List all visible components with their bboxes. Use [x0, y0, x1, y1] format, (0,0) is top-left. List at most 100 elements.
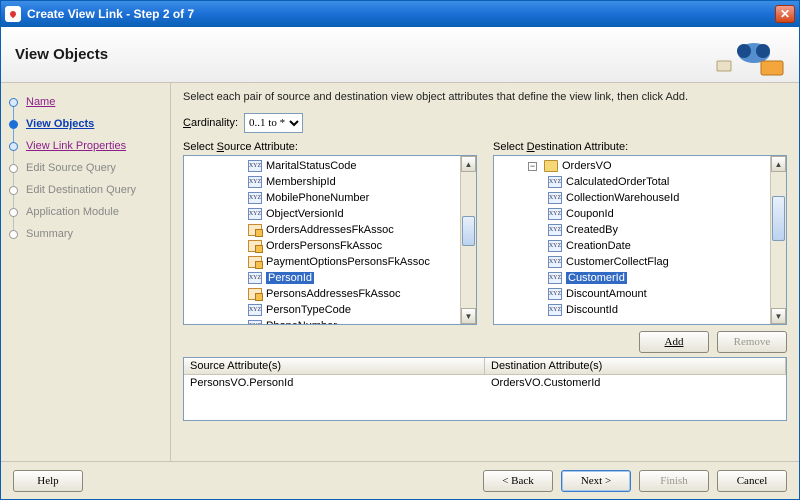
title-bar: Create View Link - Step 2 of 7 ✕ [1, 1, 799, 27]
cardinality-select[interactable]: 0..1 to * [244, 113, 303, 133]
tree-node-label: OrdersVO [562, 160, 612, 172]
tree-node-label: CalculatedOrderTotal [566, 176, 669, 188]
source-tree-label: Select Source Attribute: [183, 141, 477, 153]
scroll-up-icon[interactable]: ▲ [771, 156, 786, 172]
grid-col-source: Source Attribute(s) [184, 358, 485, 374]
tree-node-label: CustomerId [566, 272, 627, 284]
attribute-icon: XYZ [548, 304, 562, 316]
tree-node-CalculatedOrderTotal[interactable]: XYZCalculatedOrderTotal [500, 174, 768, 190]
wizard-body: NameView ObjectsView Link Properties Edit… [1, 83, 799, 461]
back-button[interactable]: < Back [483, 470, 553, 492]
source-scrollbar[interactable]: ▲ ▼ [460, 156, 476, 324]
grid-cell-dest: OrdersVO.CustomerId [485, 375, 786, 391]
tree-node-CustomerId[interactable]: XYZ CustomerId [500, 270, 768, 286]
nav-step-view-link-properties[interactable]: View Link Properties [9, 135, 160, 157]
tree-node-MaritalStatusCode[interactable]: XYZMaritalStatusCode [190, 158, 458, 174]
nav-step-application-module: Application Module [9, 201, 160, 223]
tree-node-PhoneNumber[interactable]: XYZ PhoneNumber [190, 318, 458, 324]
tree-node-OrdersPersonsFkAssoc[interactable]: OrdersPersonsFkAssoc [190, 238, 458, 254]
main-panel: Select each pair of source and destinati… [171, 83, 799, 461]
view-object-icon [544, 160, 558, 172]
tree-node-label: PaymentOptionsPersonsFkAssoc [266, 256, 430, 268]
tree-node-label: DiscountAmount [566, 288, 647, 300]
remove-button[interactable]: Remove [717, 331, 787, 353]
grid-col-dest: Destination Attribute(s) [485, 358, 786, 374]
tree-node-label: PhoneNumber [266, 320, 337, 324]
dest-scrollbar[interactable]: ▲ ▼ [770, 156, 786, 324]
attribute-icon: XYZ [248, 272, 262, 284]
attribute-icon: XYZ [548, 192, 562, 204]
add-button[interactable]: Add [639, 331, 709, 353]
tree-node-label: OrdersAddressesFkAssoc [266, 224, 394, 236]
wizard-footer: Help < Back Next > Finish Cancel [1, 461, 799, 499]
grid-cell-source: PersonsVO.PersonId [184, 375, 485, 391]
tree-node-label: CouponId [566, 208, 614, 220]
finish-button[interactable]: Finish [639, 470, 709, 492]
tree-node-label: PersonsAddressesFkAssoc [266, 288, 401, 300]
instruction-text: Select each pair of source and destinati… [183, 91, 787, 103]
attribute-icon: XYZ [548, 272, 562, 284]
assoc-icon [248, 224, 262, 236]
assoc-icon [248, 288, 262, 300]
grid-header: Source Attribute(s) Destination Attribut… [184, 358, 786, 375]
tree-node-label: PersonTypeCode [266, 304, 351, 316]
attributes-grid[interactable]: Source Attribute(s) Destination Attribut… [183, 357, 787, 421]
tree-node-OrdersVO[interactable]: − OrdersVO [500, 158, 768, 174]
tree-node-MembershipId[interactable]: XYZMembershipId [190, 174, 458, 190]
cardinality-label: Cardinality: [183, 117, 238, 129]
attribute-icon: XYZ [248, 320, 262, 324]
cardinality-row: Cardinality: 0..1 to * [183, 113, 787, 133]
tree-node-DiscountId[interactable]: XYZDiscountId [500, 302, 768, 318]
tree-node-label: CreatedBy [566, 224, 618, 236]
assoc-icon [248, 240, 262, 252]
nav-step-summary: Summary [9, 223, 160, 245]
next-button[interactable]: Next > [561, 470, 631, 492]
attribute-icon: XYZ [248, 208, 262, 220]
trees-row: Select Source Attribute: XYZMaritalStatu… [183, 141, 787, 325]
tree-node-CouponId[interactable]: XYZCouponId [500, 206, 768, 222]
attribute-icon: XYZ [248, 304, 262, 316]
tree-node-label: CustomerCollectFlag [566, 256, 669, 268]
scroll-up-icon[interactable]: ▲ [461, 156, 476, 172]
nav-step-name[interactable]: Name [9, 91, 160, 113]
wizard-header: View Objects [1, 27, 799, 83]
header-decoration [709, 31, 789, 79]
step-nav: NameView ObjectsView Link Properties Edit… [1, 83, 171, 461]
app-icon [5, 6, 21, 22]
tree-node-label: CreationDate [566, 240, 631, 252]
nav-step-view-objects[interactable]: View Objects [9, 113, 160, 135]
tree-node-CustomerCollectFlag[interactable]: XYZCustomerCollectFlag [500, 254, 768, 270]
attribute-icon: XYZ [548, 240, 562, 252]
grid-row[interactable]: PersonsVO.PersonId OrdersVO.CustomerId [184, 375, 786, 391]
tree-node-PaymentOptionsPersonsFkAssoc[interactable]: PaymentOptionsPersonsFkAssoc [190, 254, 458, 270]
scroll-down-icon[interactable]: ▼ [771, 308, 786, 324]
tree-node-label: OrdersPersonsFkAssoc [266, 240, 382, 252]
attribute-icon: XYZ [248, 192, 262, 204]
dest-tree[interactable]: −OrdersVOXYZCalculatedOrderTotalXYZColle… [493, 155, 787, 325]
cancel-button[interactable]: Cancel [717, 470, 787, 492]
tree-node-PersonsAddressesFkAssoc[interactable]: PersonsAddressesFkAssoc [190, 286, 458, 302]
tree-node-DiscountAmount[interactable]: XYZDiscountAmount [500, 286, 768, 302]
tree-node-CollectionWarehouseId[interactable]: XYZCollectionWarehouseId [500, 190, 768, 206]
scroll-thumb[interactable] [772, 196, 785, 241]
dest-tree-label: Select Destination Attribute: [493, 141, 787, 153]
source-tree[interactable]: XYZMaritalStatusCodeXYZMembershipIdXYZMo… [183, 155, 477, 325]
close-button[interactable]: ✕ [775, 5, 795, 23]
attribute-icon: XYZ [548, 224, 562, 236]
tree-node-CreationDate[interactable]: XYZ CreationDate [500, 238, 768, 254]
nav-step-edit-destination-query: Edit Destination Query [9, 179, 160, 201]
scroll-thumb[interactable] [462, 216, 475, 246]
add-remove-row: Add Remove [183, 331, 787, 353]
collapse-icon[interactable]: − [528, 162, 537, 171]
help-button[interactable]: Help [13, 470, 83, 492]
tree-node-CreatedBy[interactable]: XYZ CreatedBy [500, 222, 768, 238]
tree-node-label: PersonId [266, 272, 314, 284]
tree-node-ObjectVersionId[interactable]: XYZ ObjectVersionId [190, 206, 458, 222]
scroll-down-icon[interactable]: ▼ [461, 308, 476, 324]
tree-node-OrdersAddressesFkAssoc[interactable]: OrdersAddressesFkAssoc [190, 222, 458, 238]
tree-node-label: ObjectVersionId [266, 208, 344, 220]
attribute-icon: XYZ [248, 176, 262, 188]
tree-node-PersonTypeCode[interactable]: XYZ PersonTypeCode [190, 302, 458, 318]
tree-node-MobilePhoneNumber[interactable]: XYZMobilePhoneNumber [190, 190, 458, 206]
tree-node-PersonId[interactable]: XYZ PersonId [190, 270, 458, 286]
